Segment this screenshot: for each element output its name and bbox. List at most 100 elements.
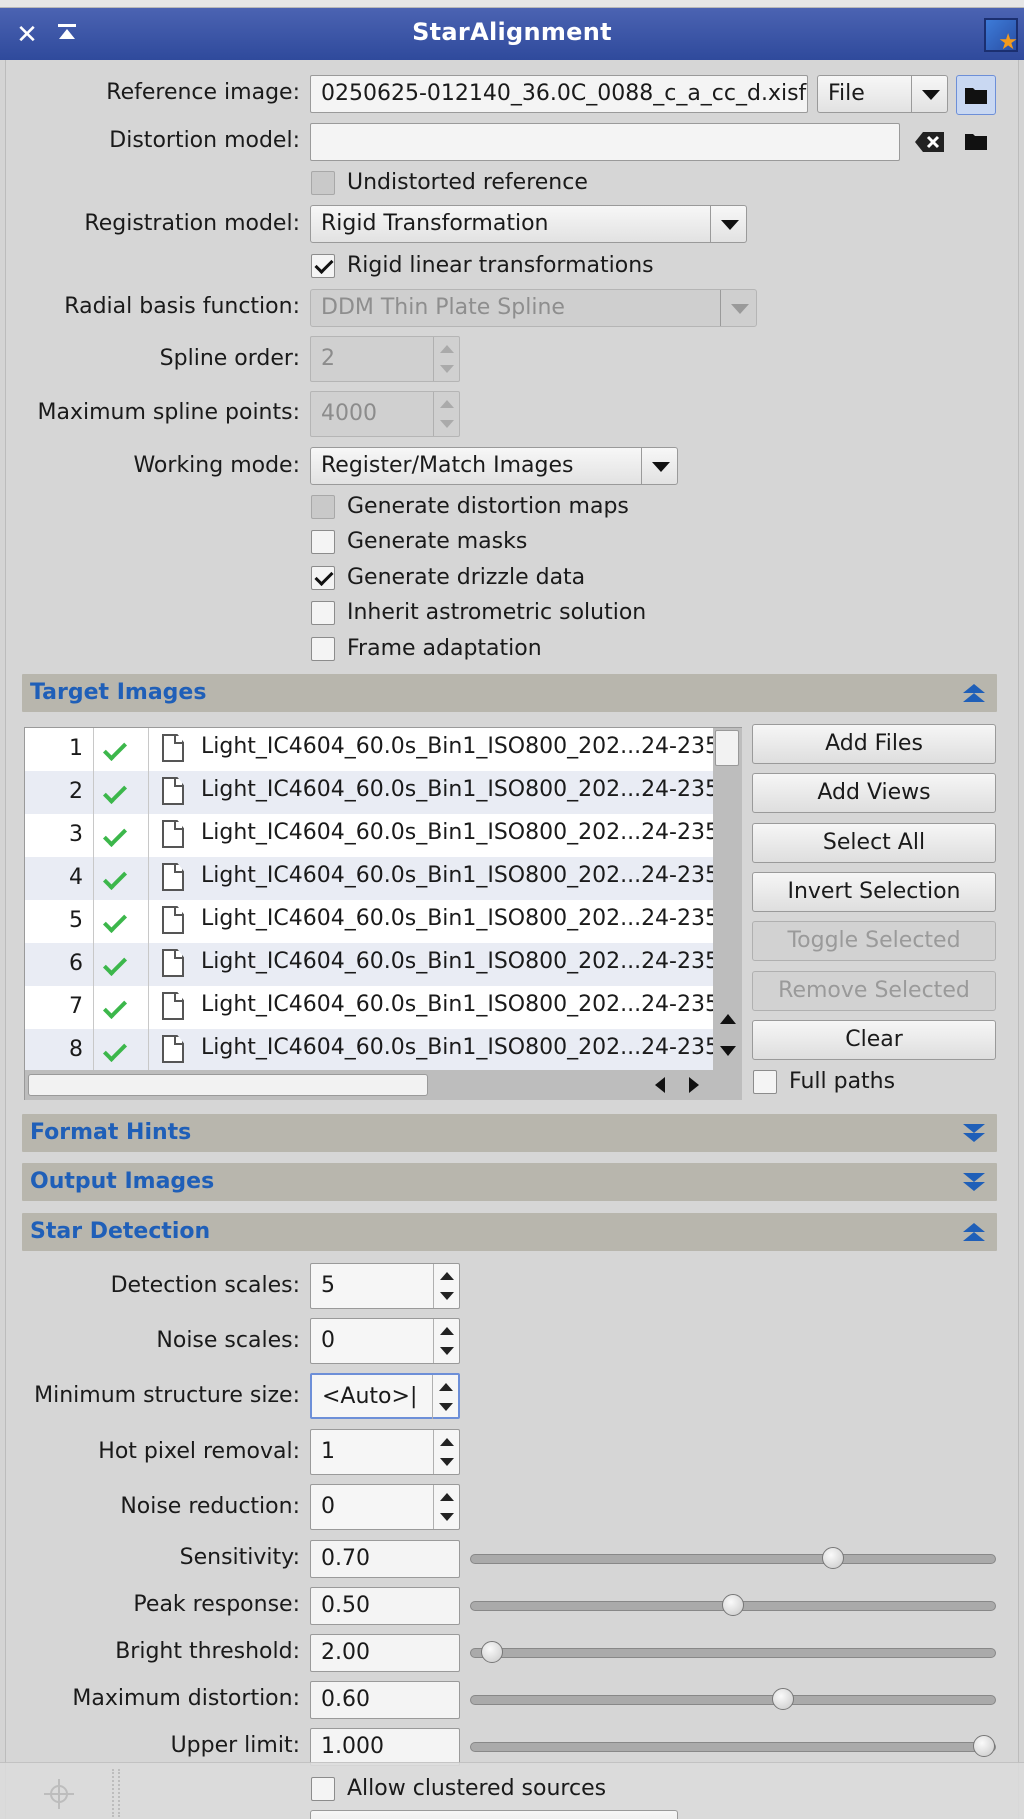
checkmark-icon[interactable]: [102, 865, 128, 891]
checkmark-icon[interactable]: [102, 736, 128, 762]
distortion-model-input[interactable]: [310, 123, 900, 161]
spin-down-icon[interactable]: [439, 1403, 453, 1411]
frame-adaptation-checkbox[interactable]: [311, 637, 335, 661]
scroll-left-icon[interactable]: [655, 1077, 665, 1093]
expand-icon[interactable]: [963, 1171, 985, 1193]
checkmark-icon[interactable]: [102, 779, 128, 805]
scroll-down-icon[interactable]: [720, 1046, 736, 1056]
noise-reduction-spinbox[interactable]: 0: [310, 1484, 460, 1530]
list-item[interactable]: 6 Light_IC4604_60.0s_Bin1_ISO800_202...24…: [25, 943, 713, 986]
collapse-icon[interactable]: [963, 682, 985, 704]
add-files-button[interactable]: Add Files: [752, 724, 996, 764]
checkmark-icon[interactable]: [102, 951, 128, 977]
sensitivity-input[interactable]: 0.70: [310, 1540, 460, 1578]
file-icon: [162, 906, 184, 934]
section-star-detection[interactable]: Star Detection: [22, 1213, 997, 1251]
list-horizontal-scrollbar[interactable]: [25, 1070, 742, 1100]
bright-threshold-input[interactable]: 2.00: [310, 1634, 460, 1672]
section-target-images[interactable]: Target Images: [22, 674, 997, 712]
slider-thumb[interactable]: [973, 1735, 995, 1757]
grip-handle[interactable]: [112, 1769, 120, 1817]
checkmark-icon[interactable]: [102, 822, 128, 848]
gen-drizzle-checkbox[interactable]: [311, 566, 335, 590]
checkmark-icon[interactable]: [102, 1037, 128, 1063]
undistorted-reference-checkbox[interactable]: [311, 171, 335, 195]
list-item[interactable]: 8 Light_IC4604_60.0s_Bin1_ISO800_202...24…: [25, 1029, 713, 1072]
registration-model-value: Rigid Transformation: [321, 211, 549, 236]
scroll-up-icon[interactable]: [720, 1014, 736, 1024]
row-filename: Light_IC4604_60.0s_Bin1_ISO800_202...24-…: [201, 906, 713, 931]
upper-limit-slider[interactable]: [470, 1735, 996, 1757]
inherit-astrometric-checkbox[interactable]: [311, 601, 335, 625]
radial-basis-combo[interactable]: DDM Thin Plate Spline: [310, 289, 757, 327]
spin-up-icon[interactable]: [440, 1438, 454, 1446]
reference-source-combo[interactable]: File: [817, 75, 948, 113]
spline-order-spinbox[interactable]: 2: [310, 336, 460, 382]
spin-up-icon[interactable]: [439, 1383, 453, 1391]
spin-down-icon[interactable]: [440, 1513, 454, 1521]
max-distortion-input[interactable]: 0.60: [310, 1681, 460, 1719]
spin-down-icon[interactable]: [440, 1292, 454, 1300]
sensitivity-slider[interactable]: [470, 1547, 996, 1569]
section-format-hints[interactable]: Format Hints: [22, 1114, 997, 1152]
reference-folder-button[interactable]: [956, 75, 996, 115]
full-paths-checkbox[interactable]: [753, 1070, 777, 1094]
spin-down-icon[interactable]: [440, 1347, 454, 1355]
scrollbar-thumb[interactable]: [28, 1074, 428, 1096]
invert-selection-button[interactable]: Invert Selection: [752, 872, 996, 912]
slider-thumb[interactable]: [481, 1641, 504, 1663]
section-output-images[interactable]: Output Images: [22, 1163, 997, 1201]
peak-response-input[interactable]: 0.50: [310, 1587, 460, 1625]
noise-scales-spinbox[interactable]: 0: [310, 1318, 460, 1364]
scrollbar-thumb[interactable]: [715, 730, 739, 766]
list-item[interactable]: 5 Light_IC4604_60.0s_Bin1_ISO800_202...24…: [25, 900, 713, 943]
app-icon[interactable]: ★: [984, 18, 1018, 54]
list-item[interactable]: 4 Light_IC4604_60.0s_Bin1_ISO800_202...24…: [25, 857, 713, 900]
list-item[interactable]: 7 Light_IC4604_60.0s_Bin1_ISO800_202...24…: [25, 986, 713, 1029]
add-views-button[interactable]: Add Views: [752, 773, 996, 813]
expand-icon[interactable]: [963, 1122, 985, 1144]
spin-up-icon[interactable]: [440, 1272, 454, 1280]
peak-response-slider[interactable]: [470, 1594, 996, 1616]
list-item[interactable]: 2 Light_IC4604_60.0s_Bin1_ISO800_202...24…: [25, 771, 713, 814]
collapse-icon[interactable]: [963, 1221, 985, 1243]
min-structure-size-spinbox[interactable]: <Auto>|: [310, 1373, 460, 1419]
distortion-folder-icon[interactable]: [965, 132, 987, 150]
rigid-linear-checkbox[interactable]: [311, 254, 335, 278]
gen-masks-checkbox[interactable]: [311, 530, 335, 554]
spin-down-icon[interactable]: [440, 420, 454, 428]
checkmark-icon[interactable]: [102, 994, 128, 1020]
list-item[interactable]: 3 Light_IC4604_60.0s_Bin1_ISO800_202...24…: [25, 814, 713, 857]
spin-up-icon[interactable]: [440, 1327, 454, 1335]
row-number: 3: [69, 822, 83, 847]
registration-model-combo[interactable]: Rigid Transformation: [310, 205, 747, 243]
spin-up-icon[interactable]: [440, 400, 454, 408]
spin-down-icon[interactable]: [440, 1458, 454, 1466]
slider-thumb[interactable]: [722, 1594, 744, 1616]
toggle-selected-button[interactable]: Toggle Selected: [752, 921, 996, 961]
clear-button[interactable]: Clear: [752, 1020, 996, 1060]
spin-down-icon[interactable]: [440, 365, 454, 373]
crosshair-icon[interactable]: [44, 1779, 74, 1809]
list-vertical-scrollbar[interactable]: [713, 728, 742, 1070]
max-distortion-slider[interactable]: [470, 1688, 996, 1710]
scroll-right-icon[interactable]: [689, 1077, 699, 1093]
reference-image-input[interactable]: 0250625-012140_36.0C_0088_c_a_cc_d.xisf: [310, 75, 808, 113]
checkmark-icon[interactable]: [102, 908, 128, 934]
select-all-button[interactable]: Select All: [752, 823, 996, 863]
bright-threshold-slider[interactable]: [470, 1641, 996, 1663]
spin-up-icon[interactable]: [440, 1493, 454, 1501]
detection-scales-spinbox[interactable]: 5: [310, 1263, 460, 1309]
spin-up-icon[interactable]: [440, 345, 454, 353]
max-spline-points-spinbox[interactable]: 4000: [310, 391, 460, 437]
remove-selected-button[interactable]: Remove Selected: [752, 971, 996, 1011]
hot-pixel-removal-spinbox[interactable]: 1: [310, 1429, 460, 1475]
clear-icon[interactable]: [915, 131, 945, 153]
allow-clustered-checkbox[interactable]: [311, 1777, 335, 1801]
list-item[interactable]: 1 Light_IC4604_60.0s_Bin1_ISO800_202...24…: [25, 728, 713, 771]
upper-limit-input[interactable]: 1.000: [310, 1728, 460, 1766]
target-images-list[interactable]: 1 Light_IC4604_60.0s_Bin1_ISO800_202...24…: [24, 727, 742, 1100]
gen-distortion-maps-checkbox[interactable]: [311, 495, 335, 519]
working-mode-combo[interactable]: Register/Match Images: [310, 447, 678, 485]
partial-combo[interactable]: [310, 1810, 678, 1819]
